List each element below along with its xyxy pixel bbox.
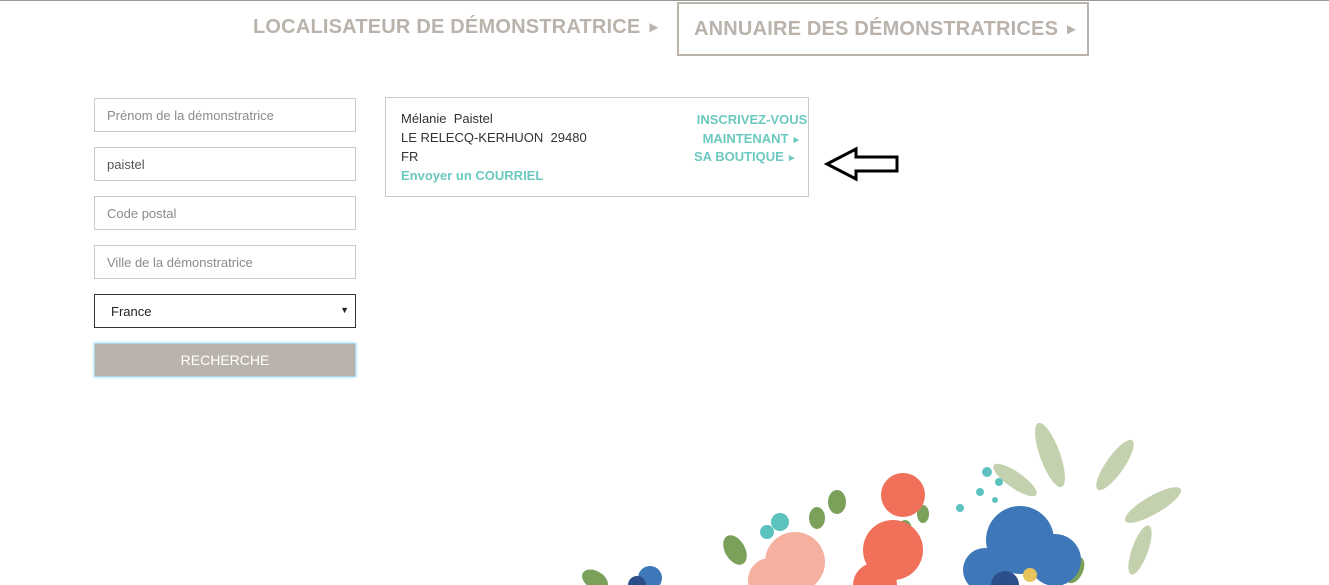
last-name-input[interactable] [94,147,356,181]
first-name-input[interactable] [94,98,356,132]
tab-directory-arrow-icon: ► [1064,21,1080,38]
tab-locator-arrow-icon: ► [646,19,662,36]
chevron-down-icon: ▼ [340,305,349,315]
country-select[interactable]: France ▼ [94,294,356,328]
shop-arrow-icon: ► [786,153,797,164]
result-card: Mélanie Paistel LE RELECQ-KERHUON 29480 … [385,97,809,197]
join-now-line1: INSCRIVEZ-VOUS [696,112,808,127]
join-now-link[interactable]: INSCRIVEZ-VOUS MAINTENANT ► [694,110,810,150]
join-arrow-icon: ► [791,135,802,146]
top-divider [0,0,1329,1]
demonstrator-name: Mélanie Paistel [401,111,493,126]
send-email-link[interactable]: Envoyer un COURRIEL [401,168,543,183]
shop-label: SA BOUTIQUE [694,149,784,164]
postal-code-input[interactable] [94,196,356,230]
demonstrator-country: FR [401,149,419,164]
tab-locator-label: LOCALISATEUR DE DÉMONSTRATRICE [253,16,641,38]
join-now-line2: MAINTENANT [702,131,789,146]
demonstrator-city: LE RELECQ-KERHUON 29480 [401,130,587,145]
tab-demonstrator-locator[interactable]: LOCALISATEUR DE DÉMONSTRATRICE ► [253,16,662,39]
left-arrow-outline-icon [824,146,899,182]
page: LOCALISATEUR DE DÉMONSTRATRICE ► ANNUAIRE… [0,0,1329,585]
country-select-value: France [111,304,152,319]
search-button[interactable]: RECHERCHE [94,343,356,377]
shop-link[interactable]: SA BOUTIQUE ► [694,149,797,164]
floral-decoration-illustration [582,422,1182,585]
city-input[interactable] [94,245,356,279]
tab-directory-label: ANNUAIRE DES DÉMONSTRATRICES [694,18,1059,40]
tab-demonstrator-directory[interactable]: ANNUAIRE DES DÉMONSTRATRICES ► [677,2,1089,56]
